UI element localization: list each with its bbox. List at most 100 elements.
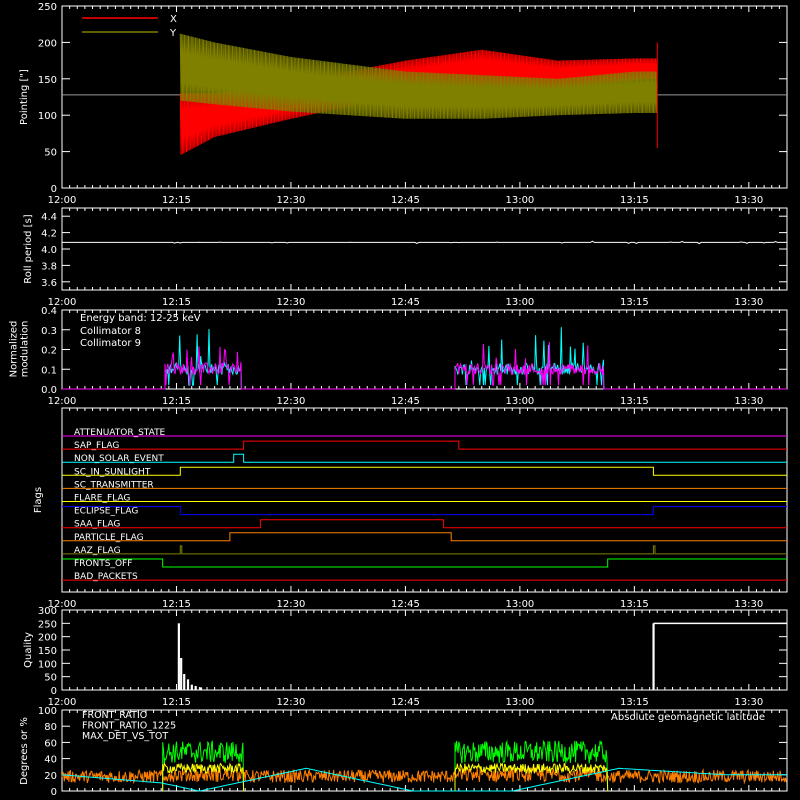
quality-panel-y-tick-label: 100 xyxy=(38,659,57,670)
flags-ylabel-line: Flags xyxy=(33,487,44,513)
modulation-ylabel: Normalized modulation xyxy=(9,321,31,378)
flag-trace-saa_flag xyxy=(62,519,787,529)
modulation-panel-y-tick-label: 0.4 xyxy=(41,306,57,317)
quality-bar xyxy=(652,623,655,690)
flag-label: FRONTS_OFF xyxy=(74,559,132,569)
quality-ylabel-line: Quality xyxy=(23,632,34,668)
time-tick-label: 13:00 xyxy=(505,697,534,708)
ratios-panel-y-tick-label: 0 xyxy=(51,787,57,798)
flag-trace-aaz_flag xyxy=(62,545,787,555)
time-tick-label: 12:30 xyxy=(277,599,306,610)
flag-label: ECLIPSE_FLAG xyxy=(74,507,138,517)
roll-panel-y-tick-label: 3.8 xyxy=(41,261,57,272)
ratios-panel-y-tick-label: 80 xyxy=(44,722,57,733)
modulation-series-0 xyxy=(62,327,787,390)
time-tick-label: 13:00 xyxy=(505,396,534,407)
ratios-panel-y-tick-label: 100 xyxy=(38,706,57,717)
modulation-series-1 xyxy=(62,341,787,390)
time-tick-label: 12:45 xyxy=(391,599,420,610)
time-tick-label: 13:00 xyxy=(505,297,534,308)
roll-series xyxy=(62,240,787,245)
time-tick-label: 12:30 xyxy=(277,396,306,407)
time-tick-label: 13:00 xyxy=(505,599,534,610)
pointing-legend-label: X xyxy=(170,14,177,25)
flag-trace-non_solar_event xyxy=(62,453,787,463)
flag-trace-fronts_off xyxy=(62,558,787,568)
modulation-panel-y-tick-label: 0.3 xyxy=(41,326,57,337)
quality-panel-y-tick-label: 250 xyxy=(38,619,57,630)
pointing-panel-y-tick-label: 50 xyxy=(44,148,57,159)
time-tick-label: 12:45 xyxy=(391,195,420,206)
quality-ylabel: Quality xyxy=(23,632,34,668)
time-tick-label: 12:15 xyxy=(162,697,191,708)
modulation-ylabel-line: Normalized xyxy=(9,321,20,378)
time-tick-label: 13:15 xyxy=(620,396,649,407)
ratios-legend-label: FRONT_RATIO xyxy=(82,710,147,721)
quality-panel-y-tick-label: 50 xyxy=(44,673,57,684)
time-tick-label: 13:00 xyxy=(505,195,534,206)
time-tick-label: 12:30 xyxy=(277,297,306,308)
modulation-panel-y-tick-label: 0.2 xyxy=(41,346,57,357)
flag-trace-eclipse_flag xyxy=(62,506,787,516)
time-tick-label: 13:15 xyxy=(620,697,649,708)
quality-panel-y-tick-label: 150 xyxy=(38,646,57,657)
ratios-panel-y-tick-label: 20 xyxy=(44,771,57,782)
quality-bar xyxy=(177,623,180,690)
pointing-panel-y-tick-label: 200 xyxy=(38,38,57,49)
quality-bar xyxy=(186,679,190,690)
ratios-annotation: Absolute geomagnetic latitude xyxy=(611,712,765,723)
time-tick-label: 12:15 xyxy=(162,297,191,308)
roll-panel-time-ticks xyxy=(61,208,788,290)
quality-panel-y-tick-label: 300 xyxy=(38,606,57,617)
roll-ylabel-line: Roll period [s] xyxy=(23,214,34,283)
modulation-legend-label: Collimator 8 xyxy=(80,326,141,337)
time-tick-label: 12:30 xyxy=(277,697,306,708)
quality-bar xyxy=(194,686,197,690)
pointing-panel-y-tick-label: 150 xyxy=(38,75,57,86)
pointing-ylabel-line: Pointing ["] xyxy=(19,69,30,125)
ratios-ylabel: Degrees or % xyxy=(19,717,30,785)
time-tick-label: 12:30 xyxy=(277,195,306,206)
quality-bar xyxy=(190,684,193,690)
quality-bar xyxy=(180,658,183,690)
roll-ylabel: Roll period [s] xyxy=(23,214,34,283)
quality-panel-frame xyxy=(61,609,788,691)
time-tick-label: 13:30 xyxy=(734,195,763,206)
roll-panel-frame xyxy=(61,207,788,291)
pointing-legend-label: Y xyxy=(169,28,177,39)
time-tick-label: 12:45 xyxy=(391,396,420,407)
time-tick-label: 13:30 xyxy=(734,396,763,407)
time-tick-label: 12:45 xyxy=(391,297,420,308)
modulation-annotation: Energy band: 12-25 keV xyxy=(80,313,201,324)
pointing-ylabel: Pointing ["] xyxy=(19,69,30,125)
flags-ylabel: Flags xyxy=(33,487,44,513)
roll-panel-y-tick-label: 4.0 xyxy=(41,245,57,256)
time-tick-label: 13:30 xyxy=(734,697,763,708)
time-tick-label: 12:00 xyxy=(48,195,77,206)
ratios-series-front_ratio_1225 xyxy=(162,740,245,792)
modulation-ylabel-line: modulation xyxy=(20,321,31,378)
flag-trace-sc_in_sunlight xyxy=(62,466,787,476)
quality-bar xyxy=(199,687,203,690)
ratios-ylabel-line: Degrees or % xyxy=(19,717,30,785)
flag-trace-sap_flag xyxy=(62,440,787,450)
roll-panel-y-tick-label: 4.4 xyxy=(41,212,57,223)
roll-panel-y-tick-label: 3.6 xyxy=(41,278,57,289)
quality-panel-y-tick-label: 200 xyxy=(38,633,57,644)
roll-panel-y-tick-label: 4.2 xyxy=(41,229,57,240)
flag-trace-particle_flag xyxy=(62,532,787,542)
time-tick-label: 13:15 xyxy=(620,599,649,610)
modulation-panel-y-tick-label: 0.0 xyxy=(41,385,57,396)
ratios-legend-label: MAX_DET_VS_TOT xyxy=(82,731,168,742)
time-tick-label: 12:45 xyxy=(391,697,420,708)
quality-panel-time-ticks xyxy=(61,610,788,690)
time-tick-label: 12:15 xyxy=(162,396,191,407)
time-tick-label: 13:30 xyxy=(734,599,763,610)
quality-bar xyxy=(183,674,186,690)
pointing-panel-y-tick-label: 100 xyxy=(38,111,57,122)
modulation-panel-y-tick-label: 0.1 xyxy=(41,365,57,376)
ratios-legend-label: FRONT_RATIO_1225 xyxy=(82,721,176,732)
pointing-panel-y-tick-label: 0 xyxy=(51,184,57,195)
pointing-panel-y-tick-label: 250 xyxy=(38,2,57,13)
quality-panel-y-tick-label: 0 xyxy=(51,686,57,697)
